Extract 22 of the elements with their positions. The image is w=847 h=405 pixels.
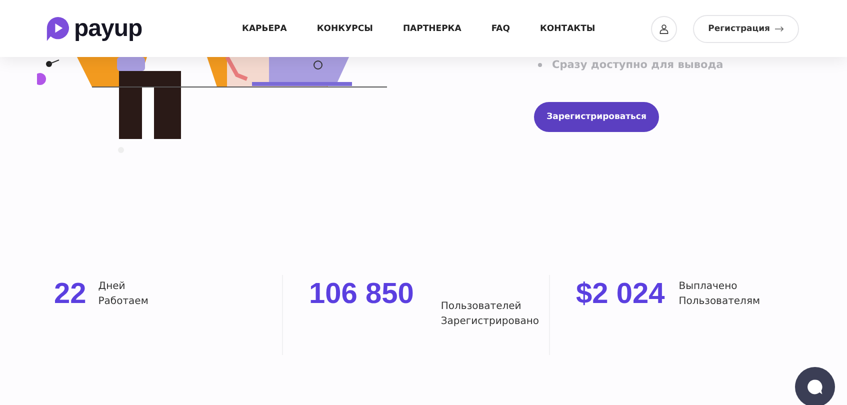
bullet-dot — [538, 63, 542, 67]
nav-link[interactable]: КОНТАКТЫ — [540, 24, 596, 34]
user-icon — [659, 24, 670, 34]
stat-value: 22 — [54, 277, 86, 312]
chat-icon — [806, 378, 824, 396]
logo-text[interactable]: payup — [74, 14, 142, 42]
stat-value: $2 024 — [576, 277, 665, 312]
stat-label: Дней Работаем — [98, 280, 148, 309]
chat-button[interactable] — [795, 367, 835, 405]
nav-link[interactable]: ПАРТНЕРКА — [402, 24, 462, 34]
account-button[interactable] — [651, 16, 678, 42]
stat-value: 106 850 — [309, 277, 415, 312]
nav-link[interactable]: КАРЬЕРА — [242, 24, 287, 34]
bullet-text: Сразу доступно для вывода — [552, 59, 724, 71]
register-button[interactable]: Регистрация — [693, 14, 799, 42]
nav-link[interactable]: FAQ — [491, 24, 510, 34]
logo-icon — [46, 16, 70, 42]
nav-link[interactable]: КОНКУРСЫ — [316, 24, 373, 34]
stat-label: Выплачено Пользователям — [678, 280, 760, 309]
signup-button[interactable]: Зарегистрироваться — [534, 102, 659, 132]
arrow-right-icon — [775, 26, 784, 32]
stat-label: Пользователей Зарегистрировано — [440, 300, 539, 329]
